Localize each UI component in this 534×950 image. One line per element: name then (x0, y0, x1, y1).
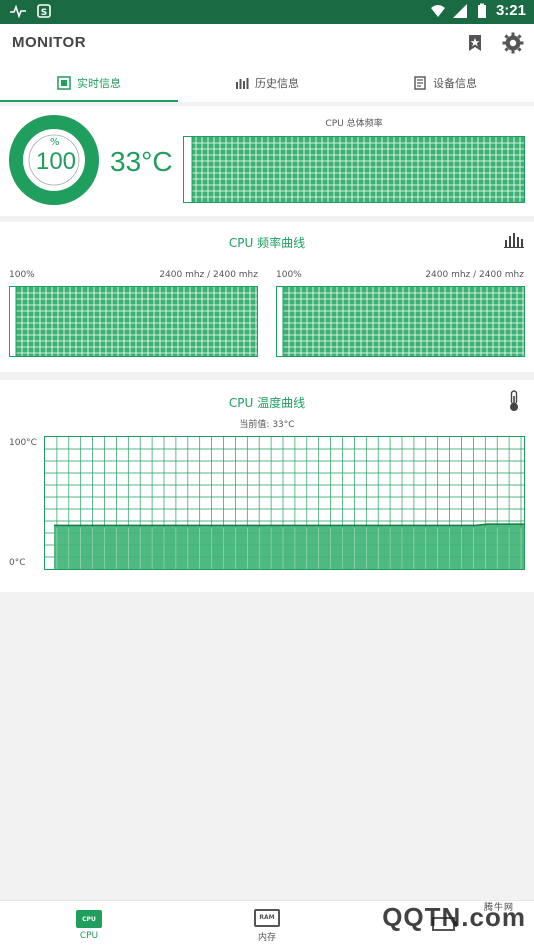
app-notification-icon: S (37, 4, 51, 18)
bookmark-icon[interactable] (464, 32, 486, 54)
nav-cpu[interactable]: CPU CPU (0, 901, 178, 950)
tab-device[interactable]: 设备信息 (356, 64, 534, 102)
nav-ram-label: 内存 (257, 932, 276, 943)
core2-freq: 2400 mhz / 2400 mhz (425, 270, 524, 280)
tab-bar: 实时信息 历史信息 设备信息 (0, 64, 534, 102)
watermark-sub: 腾牛网 (483, 902, 514, 912)
gear-icon[interactable] (502, 32, 524, 54)
thermometer-icon[interactable] (507, 390, 521, 412)
wifi-icon (430, 4, 445, 17)
realtime-card: % 100 33°C CPU 总体频率 (0, 106, 534, 216)
tab-device-label: 设备信息 (433, 77, 477, 90)
usage-value: 100 (35, 148, 77, 175)
core2-percent: 100% (276, 270, 302, 280)
core2-freq-grid (277, 287, 524, 356)
freq-curve-card: CPU 频率曲线 100% 2400 mhz / 2400 mhz 100% 2… (0, 222, 534, 372)
temp-curve-title: CPU 温度曲线 (228, 396, 306, 410)
cpu-chip-icon (57, 76, 71, 90)
temp-curve-card: CPU 温度曲线 当前值: 33°C 100°C 0°C (0, 380, 534, 592)
bar-chart-icon (236, 78, 249, 89)
tab-realtime[interactable]: 实时信息 (0, 64, 178, 102)
temp-current: 当前值: 33°C (239, 420, 295, 430)
temp-area-series (54, 524, 524, 569)
watermark-logo: QQTN.com 腾牛网 (382, 902, 526, 933)
document-icon (414, 76, 426, 90)
cpu-chip-icon: CPU (76, 910, 102, 928)
status-bar: S 3:21 (0, 0, 534, 24)
usage-unit: % (50, 137, 60, 148)
temp-graph (44, 436, 525, 570)
temp-y-min: 0°C (9, 558, 26, 568)
app-title: MONITOR (12, 34, 87, 51)
nav-ram[interactable]: RAM 内存 (178, 901, 356, 950)
svg-text:S: S (41, 8, 47, 18)
total-freq-graph (183, 136, 525, 203)
status-time: 3:21 (495, 2, 526, 19)
core1-freq: 2400 mhz / 2400 mhz (159, 270, 258, 280)
temp-line-series (54, 523, 524, 527)
core1-percent: 100% (9, 270, 35, 280)
signal-icon (452, 3, 467, 18)
core1-freq-grid (10, 287, 257, 356)
tab-history[interactable]: 历史信息 (178, 64, 356, 102)
ram-chip-icon: RAM (254, 908, 280, 927)
cpu-temperature: 33°C (110, 146, 173, 177)
core1-freq-graph (9, 286, 258, 357)
total-freq-grid (184, 137, 524, 202)
nav-cpu-label: CPU (79, 931, 99, 941)
battery-icon (477, 3, 486, 18)
temp-chart (45, 437, 524, 569)
bar-chart-icon[interactable] (504, 232, 524, 248)
freq-curve-title: CPU 频率曲线 (228, 236, 306, 250)
app-bar: MONITOR (0, 24, 534, 64)
tab-history-label: 历史信息 (255, 77, 299, 90)
core2-freq-graph (276, 286, 525, 357)
pulse-icon (10, 4, 26, 19)
total-freq-title: CPU 总体频率 (325, 119, 383, 129)
tab-realtime-label: 实时信息 (77, 77, 121, 90)
temp-y-max: 100°C (9, 438, 37, 448)
